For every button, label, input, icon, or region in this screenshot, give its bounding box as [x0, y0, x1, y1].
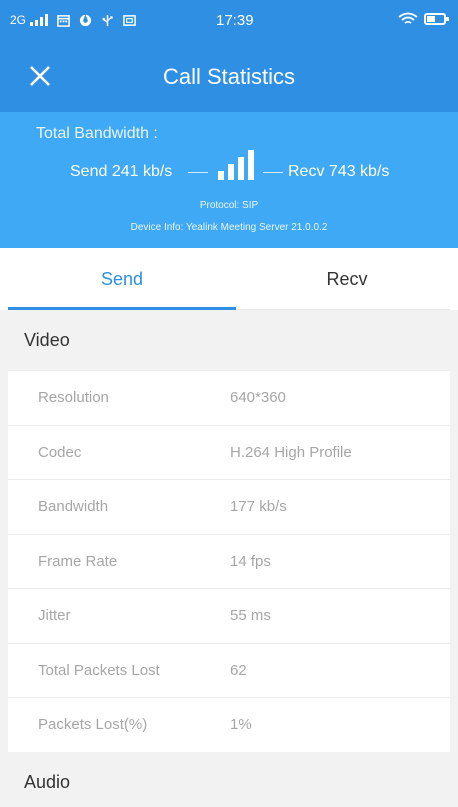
stat-label: Jitter [38, 607, 71, 624]
send-connector [188, 172, 208, 173]
stat-label: Bandwidth [38, 498, 109, 515]
stat-value: H.264 High Profile [230, 443, 352, 461]
wifi-icon [398, 12, 418, 24]
protocol-info: Protocol: SIP [199, 200, 259, 211]
stat-row-total-packets-lost: Total Packets Lost 62 [8, 642, 450, 698]
signal-bar [248, 150, 254, 180]
signal-bar [218, 171, 224, 180]
stat-row-jitter: Jitter 55 ms [8, 588, 450, 643]
stat-label: Codec [38, 443, 82, 461]
status-left: 2G [10, 13, 136, 27]
status-bar: 2G 17:39 [0, 0, 458, 40]
stat-row-packets-lost-percent: Packets Lost(%) 1% [8, 697, 450, 752]
stat-label: Frame Rate [38, 552, 118, 570]
statistics-content[interactable]: Video Resolution 640*360 Codec H.264 Hig… [0, 310, 458, 807]
tab-bar: Send Recv [0, 248, 458, 310]
audio-section-title: Audio [0, 751, 458, 807]
stat-row-resolution: Resolution 640*360 [8, 370, 450, 425]
stat-label: Total Packets Lost [38, 661, 160, 679]
signal-bar [228, 164, 234, 180]
battery-icon [424, 13, 449, 25]
page-title: Call Statistics [162, 64, 296, 89]
stat-value: 177 kb/s [230, 498, 287, 515]
tab-send[interactable]: Send [8, 248, 236, 310]
status-right [398, 12, 449, 26]
video-stats-panel: Resolution 640*360 Codec H.264 High Prof… [8, 370, 450, 752]
status-time: 17:39 [216, 12, 254, 29]
recv-rate: Recv 743 kb/s [288, 163, 390, 180]
signal-strength-icon [218, 150, 254, 180]
video-section-title: Video [0, 310, 458, 370]
stat-label: Packets Lost(%) [38, 716, 148, 733]
stat-value: 14 fps [230, 552, 271, 570]
calendar-icon [57, 14, 70, 27]
tab-recv[interactable]: Recv [236, 248, 458, 310]
stat-value: 1% [230, 716, 252, 733]
stat-label: Resolution [38, 389, 109, 406]
recv-connector [263, 172, 283, 173]
signal-bar [238, 157, 244, 180]
stat-value: 62 [230, 661, 247, 679]
network-type: 2G [10, 13, 27, 27]
vpn-icon [79, 14, 92, 26]
stat-row-bandwidth: Bandwidth 177 kb/s [8, 479, 450, 534]
title-bar: Call Statistics [0, 40, 458, 112]
stat-row-codec: Codec H.264 High Profile [8, 424, 450, 480]
signal-icon [30, 14, 49, 26]
usb-icon [102, 14, 113, 26]
bandwidth-summary: Total Bandwidth : Send 241 kb/s Recv 743… [0, 112, 458, 248]
device-info: Device Info: Yealink Meeting Server 21.0… [130, 222, 328, 233]
screenshot-icon [123, 14, 136, 26]
stat-row-frame-rate: Frame Rate 14 fps [8, 533, 450, 589]
send-rate: Send 241 kb/s [70, 163, 173, 180]
total-bandwidth-label: Total Bandwidth : [36, 125, 158, 142]
stat-value: 55 ms [230, 607, 271, 624]
stat-value: 640*360 [230, 389, 286, 406]
